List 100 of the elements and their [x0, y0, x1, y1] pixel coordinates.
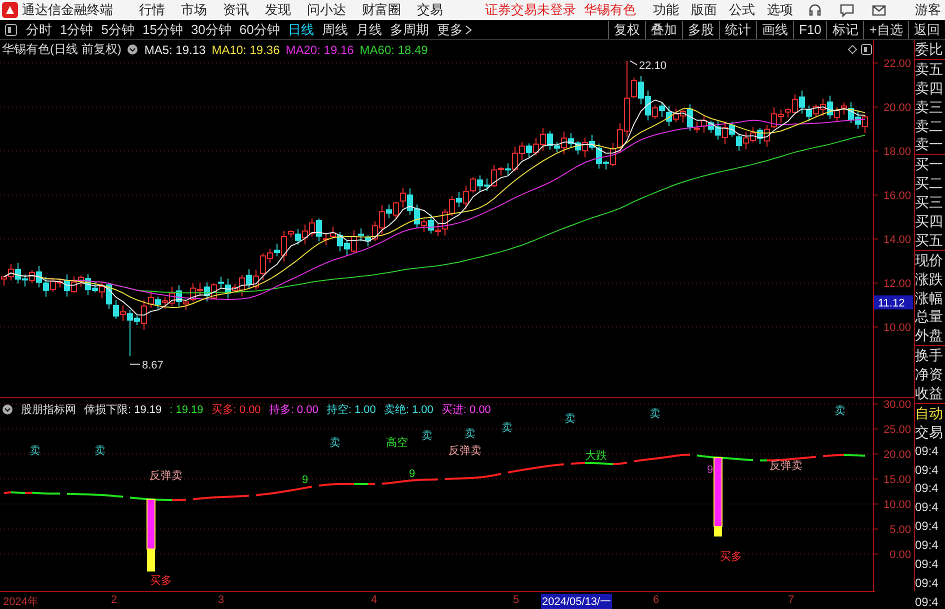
axis-tick-label: 5.00	[890, 524, 911, 536]
leader-line	[130, 364, 140, 365]
toolbar-button[interactable]: 叠加	[645, 20, 682, 38]
trade-time: 09:4	[915, 462, 940, 479]
mode-button[interactable]: 自动	[915, 404, 945, 423]
signal-label: 卖	[564, 413, 576, 425]
axis-tick-label: 25.00	[883, 424, 911, 436]
trade-time: 09:4	[915, 594, 940, 609]
indicator-value: 买进: 0.00	[441, 403, 491, 417]
menu-item[interactable]: 公式	[723, 1, 761, 19]
axis-tick-label: 16.00	[883, 190, 911, 202]
trade-time: 09:4	[915, 574, 940, 592]
quote-label: 卖一	[915, 135, 945, 156]
headset-icon[interactable]	[807, 2, 823, 18]
time-axis-label: 2	[110, 594, 118, 606]
quote-label: 总量	[915, 307, 944, 326]
signal-label: 卖	[834, 405, 846, 417]
axis-tick-label: 10.00	[883, 322, 911, 334]
diamond-icon[interactable]	[848, 45, 857, 54]
axis-tick-label: 12.00	[883, 278, 911, 290]
quote-label: 现价	[915, 250, 944, 270]
signal-label: 反弹卖	[150, 470, 182, 482]
dropdown-icon[interactable]	[127, 44, 138, 55]
quote-label: 涨跌	[915, 270, 944, 289]
quote-label: 买三	[915, 193, 944, 212]
signal-label: 反弹卖	[770, 460, 802, 472]
toolbar-button[interactable]: 多股	[682, 20, 719, 38]
period-tab[interactable]: 周线	[318, 20, 352, 38]
quote-label: 净资	[915, 365, 944, 384]
menu-item[interactable]: 财富圈	[354, 1, 409, 19]
panel-toggle-icon[interactable]	[4, 22, 18, 36]
menu-item[interactable]: 问小达	[299, 1, 354, 19]
quote-label: 收益	[915, 384, 945, 404]
menu-item[interactable]: 市场	[173, 1, 215, 19]
period-tab[interactable]: 30分钟	[186, 20, 236, 38]
signal-label: 9	[706, 464, 714, 476]
period-tab[interactable]: 15分钟	[138, 20, 187, 38]
toolbar-button[interactable]: F10	[793, 20, 826, 38]
menu-item[interactable]: 版面	[685, 1, 723, 19]
dropdown-icon[interactable]	[2, 404, 13, 415]
toolbar-button[interactable]: +自选	[863, 20, 908, 38]
more-button[interactable]: 更多	[432, 20, 476, 38]
price-tag: 11.12	[874, 295, 913, 310]
period-tab[interactable]: 5分钟	[97, 20, 138, 38]
moving-average-value: MA20: 19.16	[286, 42, 354, 56]
quote-label: 换手	[915, 346, 944, 366]
indicator-value: 持空: 1.00	[326, 402, 376, 417]
indicator-value: : 19.19	[170, 404, 204, 416]
indicator-name: 股朋指标网	[21, 403, 76, 417]
toolbar-button[interactable]: 复权	[608, 20, 645, 38]
toolbar-button[interactable]: 统计	[719, 20, 756, 38]
menu-item[interactable]: 功能	[647, 1, 685, 19]
signal-label: 9	[302, 474, 308, 486]
axis-tick-label: 15.00	[883, 474, 911, 486]
time-axis-label: 2024年	[2, 595, 40, 609]
axis-tick-label: 20.00	[883, 102, 911, 114]
trade-time: 09:4	[915, 499, 940, 516]
quote-label: 买一	[915, 155, 944, 174]
chat-icon[interactable]	[839, 2, 855, 18]
menu-item[interactable]: 交易	[409, 1, 451, 19]
high-price-label: 22.10	[639, 60, 667, 72]
user-name[interactable]: 游客	[915, 1, 941, 19]
signal-label: 卖	[30, 445, 40, 457]
signal-label: 卖	[464, 428, 476, 440]
time-axis-label: 7	[787, 594, 796, 606]
period-tab[interactable]: 日线	[284, 20, 318, 38]
period-tab[interactable]: 月线	[352, 20, 386, 38]
trade-time: 09:4	[915, 537, 940, 554]
axis-tick-label: 10.00	[883, 499, 911, 511]
signal-label: 卖	[330, 437, 340, 449]
trade-time: 09:4	[915, 480, 940, 498]
period-tab[interactable]: 多周期	[386, 20, 433, 38]
panel-toggle-icon[interactable]	[861, 44, 872, 55]
menu-item[interactable]: 行情	[131, 1, 173, 19]
period-tab[interactable]: 1分钟	[56, 20, 98, 38]
period-tab[interactable]: 分时	[22, 20, 56, 38]
leader-line	[630, 60, 638, 66]
trade-time: 09:4	[915, 442, 940, 460]
axis-tick-label: 20.00	[883, 449, 911, 461]
quote-label: 买二	[915, 174, 944, 194]
quote-label: 涨幅	[915, 288, 944, 308]
axis-tick-label: 14.00	[883, 234, 911, 246]
axis-tick-label: 22.00	[883, 58, 911, 70]
quote-label: 买五	[915, 230, 945, 251]
menu-item[interactable]: 资讯	[215, 1, 257, 19]
toolbar-button[interactable]: 画线	[756, 20, 793, 38]
quote-label: 卖二	[915, 116, 944, 136]
axis-tick-label: 0.00	[890, 549, 911, 561]
toolbar-button[interactable]: 标记	[826, 20, 864, 38]
login-notice[interactable]: 证券交易未登录	[485, 1, 576, 19]
indicator-value: 倖损下限: 19.19	[84, 403, 162, 417]
menu-item[interactable]: 发现	[257, 1, 299, 19]
chevron-icon	[464, 24, 472, 34]
low-price-label: 8.67	[142, 359, 164, 372]
quote-label: 买四	[915, 212, 944, 231]
period-tab[interactable]: 60分钟	[235, 20, 284, 38]
quote-label: 委比	[915, 40, 945, 60]
moving-average-value: MA10: 19.36	[212, 42, 280, 56]
toolbar-button[interactable]: 返回	[908, 20, 945, 38]
menu-item[interactable]: 选项	[761, 1, 799, 19]
